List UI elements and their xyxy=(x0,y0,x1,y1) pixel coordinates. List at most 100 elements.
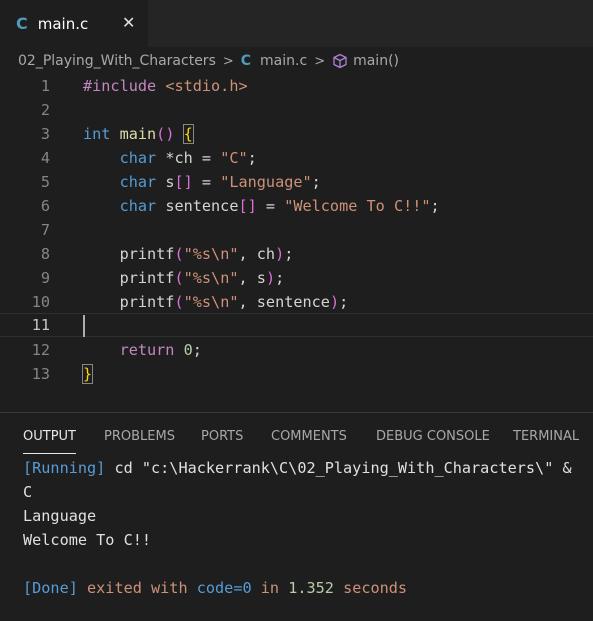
tab-output[interactable]: OUTPUT xyxy=(23,429,76,454)
paren: ( xyxy=(174,293,184,311)
line-number: 12 xyxy=(31,341,50,359)
tab-comments[interactable]: COMMENTS xyxy=(271,429,347,444)
line-number: 4 xyxy=(40,149,50,167)
function-call: printf xyxy=(119,269,175,287)
function-call: printf xyxy=(119,245,175,263)
tab-main-c[interactable]: C main.c ✕ xyxy=(0,0,148,47)
semicolon: ; xyxy=(247,149,257,167)
string-literal: "Welcome To C!!" xyxy=(284,197,431,215)
output-line: [Done] exited with code=0 in 1.352 secon… xyxy=(23,576,593,600)
code-line-current: 11 xyxy=(0,313,593,337)
output-line: Language xyxy=(23,507,97,525)
line-number: 11 xyxy=(31,316,50,334)
c-language-icon: C xyxy=(240,53,252,69)
breadcrumb-symbol[interactable]: main() xyxy=(353,53,399,69)
bracket: [ xyxy=(174,173,184,191)
code-line: 9 printf("%s\n", s); xyxy=(0,266,593,290)
tab-problems[interactable]: PROBLEMS xyxy=(104,429,175,444)
variable: sentence xyxy=(165,197,239,215)
number-literal: 0 xyxy=(183,341,193,359)
output-log[interactable]: [Running] cd "c:\Hackerrank\C\02_Playing… xyxy=(23,456,593,600)
panel-tab-bar: OUTPUT PROBLEMS PORTS COMMENTS DEBUG CON… xyxy=(0,422,593,454)
output-line: [Running] cd "c:\Hackerrank\C\02_Playing… xyxy=(23,456,593,480)
code-text: = xyxy=(192,173,221,191)
code-line: 8 printf("%s\n", ch); xyxy=(0,242,593,266)
line-number: 3 xyxy=(40,125,50,143)
breadcrumb-file[interactable]: main.c xyxy=(260,53,307,69)
code-line: 10 printf("%s\n", sentence); xyxy=(0,290,593,314)
code-text: , s xyxy=(238,269,266,287)
function-name: main xyxy=(119,125,157,143)
panel-divider xyxy=(0,412,593,413)
code-text: *ch = xyxy=(165,149,221,167)
type-keyword: char xyxy=(119,173,157,191)
line-number: 13 xyxy=(31,365,50,383)
string-literal: "%s xyxy=(183,293,212,311)
tab-ports[interactable]: PORTS xyxy=(201,429,243,444)
semicolon: ; xyxy=(284,245,294,263)
code-editor[interactable]: 1 #include <stdio.h> 2 3 int main() { 4 … xyxy=(0,74,593,384)
string-literal: "C" xyxy=(220,149,248,167)
line-number: 1 xyxy=(40,77,50,95)
open-brace: { xyxy=(182,124,194,144)
code-text: = xyxy=(256,197,285,215)
code-line: 5 char s[] = "Language"; xyxy=(0,170,593,194)
code-line: 7 xyxy=(0,218,593,242)
code-line: 4 char *ch = "C"; xyxy=(0,146,593,170)
include-header: <stdio.h> xyxy=(165,77,248,95)
breadcrumb-folder[interactable]: 02_Playing_With_Characters xyxy=(18,53,216,69)
c-language-icon: C xyxy=(16,14,28,33)
output-line: C xyxy=(23,483,33,501)
method-cube-icon xyxy=(333,53,347,69)
escape-sequence: \n xyxy=(211,293,230,311)
string-literal: " xyxy=(229,245,239,263)
code-line: 1 #include <stdio.h> xyxy=(0,74,593,98)
string-literal: "Language" xyxy=(220,173,312,191)
semicolon: ; xyxy=(275,269,285,287)
editor-tab-bar: C main.c ✕ xyxy=(0,0,593,47)
type-keyword: int xyxy=(83,125,111,143)
return-keyword: return xyxy=(119,341,175,359)
semicolon: ; xyxy=(430,197,440,215)
semicolon: ; xyxy=(311,173,321,191)
escape-sequence: \n xyxy=(211,269,230,287)
semicolon: ; xyxy=(339,293,349,311)
code-text: , ch xyxy=(238,245,276,263)
code-line: 6 char sentence[] = "Welcome To C!!"; xyxy=(0,194,593,218)
string-literal: "%s xyxy=(183,269,212,287)
bracket: ] xyxy=(247,197,257,215)
done-text: in xyxy=(251,579,289,597)
line-number: 7 xyxy=(40,221,50,239)
running-tag: [Running] xyxy=(23,459,106,477)
chevron-right-icon: > xyxy=(222,53,234,69)
output-line: Welcome To C!! xyxy=(23,531,152,549)
preprocessor-directive: #include xyxy=(83,77,157,95)
line-number: 10 xyxy=(31,293,50,311)
done-text: exited with xyxy=(77,579,197,597)
close-icon[interactable]: ✕ xyxy=(122,13,135,32)
line-number: 5 xyxy=(40,173,50,191)
escape-sequence: \n xyxy=(211,245,230,263)
code-text: , sentence xyxy=(238,293,330,311)
tab-debug-console[interactable]: DEBUG CONSOLE xyxy=(376,429,490,444)
done-text: seconds xyxy=(333,579,408,597)
paren: ) xyxy=(329,293,340,311)
function-call: printf xyxy=(119,293,175,311)
breadcrumb: 02_Playing_With_Characters > C main.c > … xyxy=(0,47,593,75)
text-cursor xyxy=(83,315,85,337)
code-line: 3 int main() { xyxy=(0,122,593,146)
type-keyword: char xyxy=(119,197,157,215)
string-literal: "%s xyxy=(183,245,212,263)
string-literal: " xyxy=(229,269,239,287)
paren: ) xyxy=(265,269,276,287)
chevron-right-icon: > xyxy=(314,53,326,69)
string-literal: " xyxy=(229,293,239,311)
tab-terminal[interactable]: TERMINAL xyxy=(513,429,579,444)
run-command: cd "c:\Hackerrank\C\02_Playing_With_Char… xyxy=(105,459,572,477)
elapsed-time: 1.352 xyxy=(288,579,334,597)
parens: () xyxy=(156,125,175,143)
bracket: [ xyxy=(238,197,248,215)
tab-filename: main.c xyxy=(37,14,89,33)
